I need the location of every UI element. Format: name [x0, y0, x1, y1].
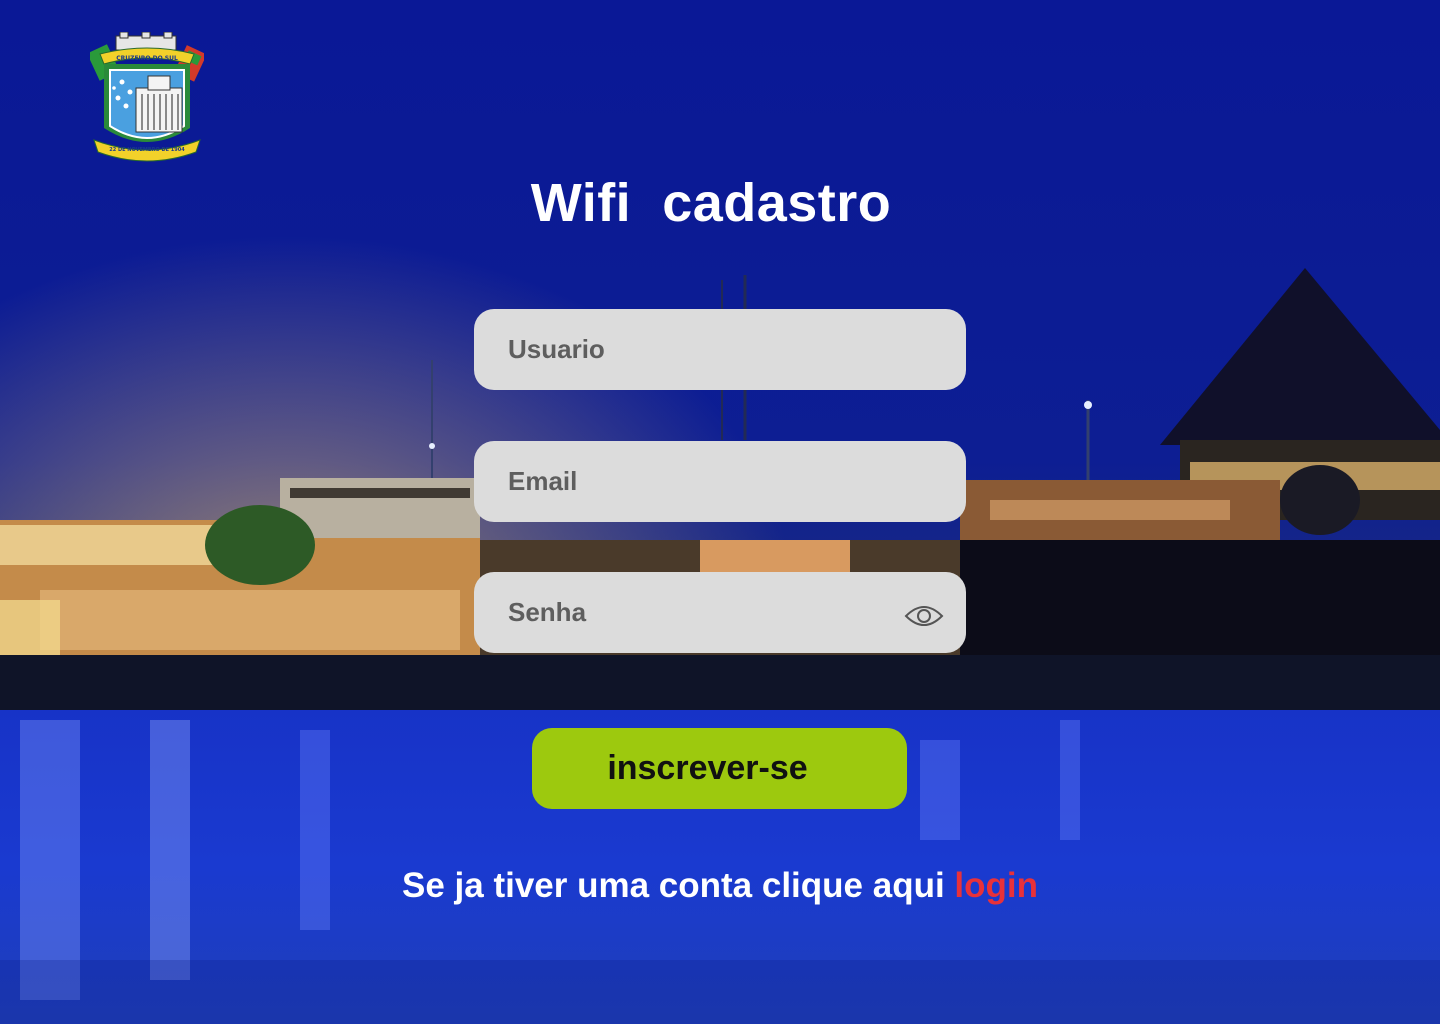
logo-date-ribbon: 22 DE NOVEMBRO DE 1904	[109, 147, 185, 153]
username-field[interactable]	[474, 309, 966, 390]
password-input[interactable]	[506, 596, 870, 629]
eye-icon[interactable]	[904, 602, 944, 630]
username-input[interactable]	[506, 333, 870, 366]
page-title: Wifi cadastro	[530, 173, 892, 233]
login-link[interactable]: login	[954, 866, 1038, 905]
email-field[interactable]	[474, 441, 966, 522]
login-prompt: Se ja tiver uma conta clique aqui login	[0, 866, 1440, 906]
signup-button[interactable]: inscrever-se	[532, 728, 907, 809]
login-prompt-text: Se ja tiver uma conta clique aqui	[402, 866, 955, 905]
coat-of-arms-logo: CRUZEIRO DO SUL 22 DE NOVEMBRO DE 1904	[90, 32, 204, 162]
logo-banner-text: CRUZEIRO DO SUL	[116, 55, 178, 62]
signup-button-label: inscrever-se	[607, 749, 808, 787]
email-input[interactable]	[506, 465, 870, 498]
password-field[interactable]	[474, 572, 966, 653]
